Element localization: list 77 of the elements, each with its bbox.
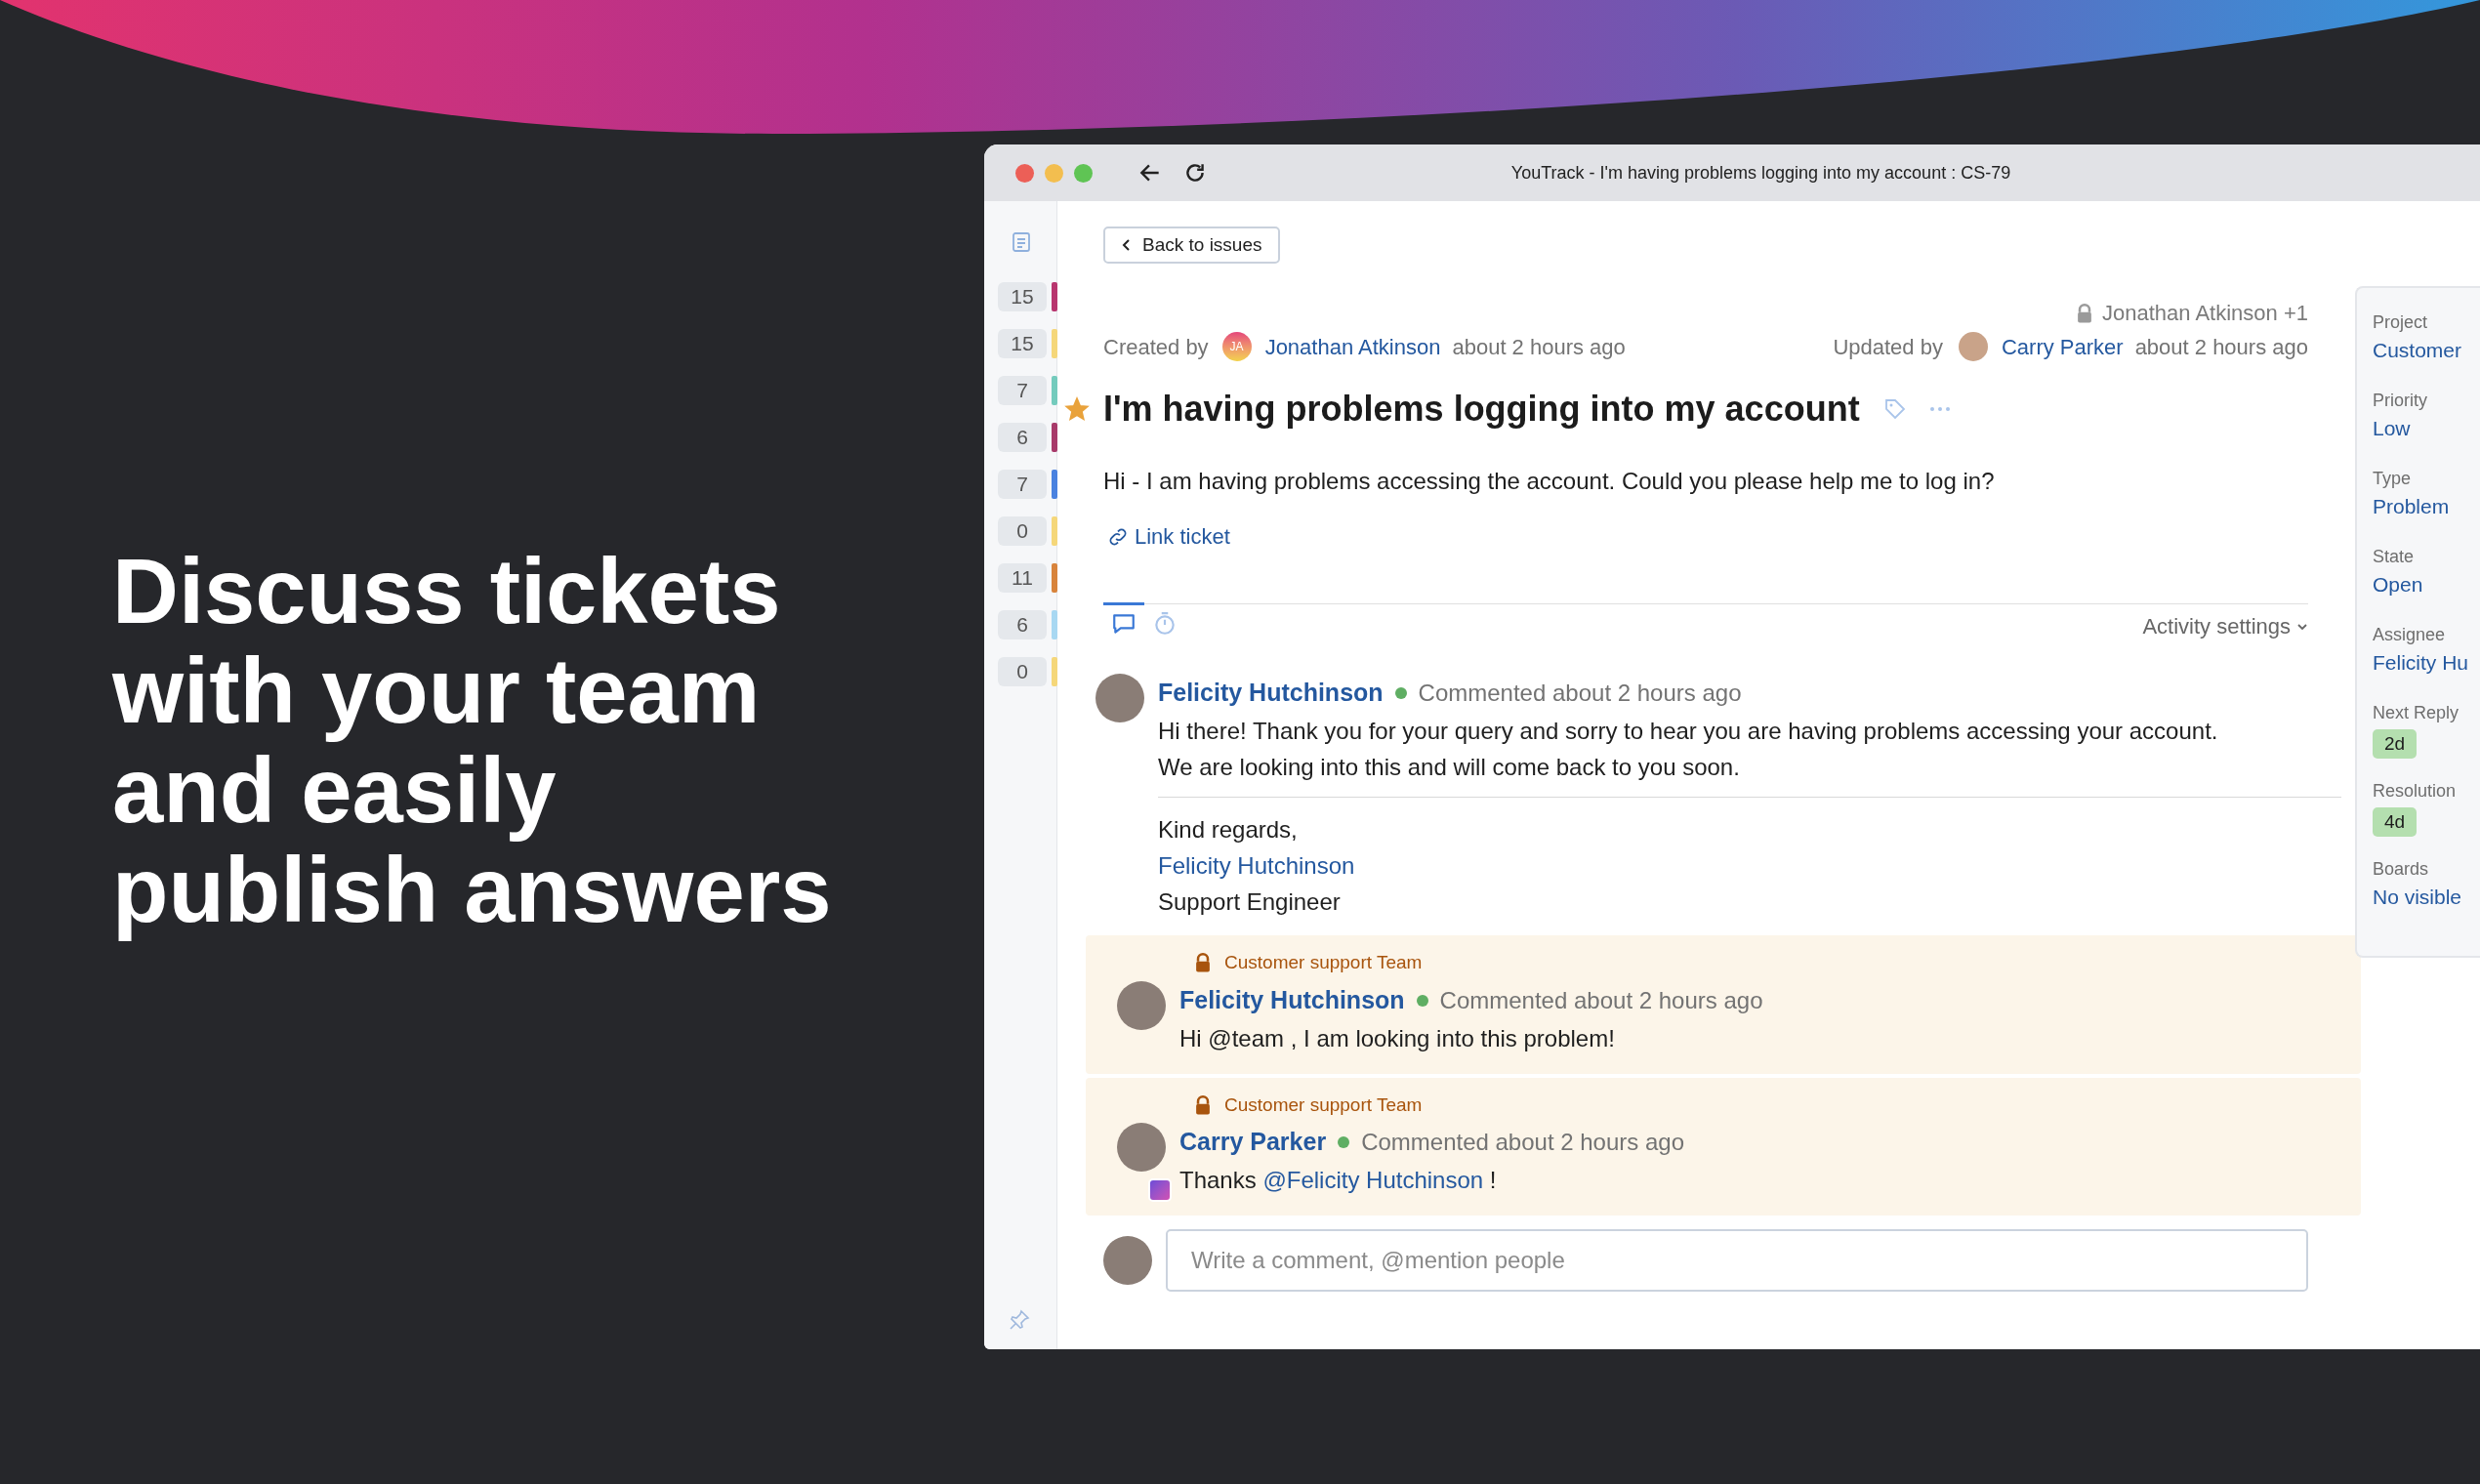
- meta-time: about 2 hours ago: [1452, 333, 1626, 361]
- field-label: Resolution: [2373, 780, 2458, 803]
- chevron-down-icon: [2296, 621, 2308, 632]
- zoom-icon[interactable]: [1074, 163, 1093, 183]
- time-badge[interactable]: 4d: [2373, 807, 2418, 837]
- time-badge[interactable]: 2d: [2373, 729, 2418, 759]
- author-link[interactable]: Felicity Hutchinson: [1158, 675, 1384, 712]
- field-value[interactable]: No visible: [2373, 882, 2480, 913]
- counter-badge[interactable]: 0: [998, 657, 1047, 686]
- back-button[interactable]: Back to issues: [1103, 227, 1280, 264]
- tag-icon[interactable]: [1882, 397, 1907, 421]
- counter-badge[interactable]: 7: [998, 470, 1047, 499]
- counter-badge[interactable]: 6: [998, 423, 1047, 452]
- comment-text: Hi @team , I am looking into this problem!: [1179, 1023, 1616, 1053]
- activity-tab[interactable]: [1103, 602, 1144, 637]
- comment-text: We are looking into this and will come back to you soon.: [1158, 753, 1741, 782]
- avatar: [1958, 332, 1988, 361]
- more-icon[interactable]: [1927, 405, 1952, 413]
- star-icon[interactable]: [1064, 396, 1090, 422]
- avatar: [1095, 674, 1144, 722]
- comment-text: Hi there! Thank you for your query and sorry to hear you are having problems accessing your account.: [1158, 717, 2219, 746]
- field-value[interactable]: Open: [2373, 569, 2480, 600]
- comment-meta: Commented about 2 hours ago: [1439, 985, 1763, 1015]
- comment-text: Support Engineer: [1158, 887, 1342, 917]
- avatar: [1117, 980, 1166, 1030]
- counter-badge[interactable]: 11: [998, 563, 1047, 593]
- meta-label: Updated by: [1833, 333, 1943, 361]
- counter-badge[interactable]: 15: [998, 282, 1047, 311]
- field-value[interactable]: Problem: [2373, 491, 2480, 522]
- avatar: [1103, 1236, 1152, 1285]
- field-value[interactable]: Customer: [2373, 335, 2480, 366]
- field-label: Priority: [2373, 390, 2428, 412]
- activity-settings-dropdown[interactable]: Activity settings: [2142, 610, 2308, 642]
- headline: Discuss tickets with your team and easily publish answers: [112, 542, 833, 940]
- chevron-left-icon: [1121, 238, 1133, 252]
- signature-name-link[interactable]: Felicity Hutchinson: [1158, 847, 1355, 884]
- link-ticket-link[interactable]: Link ticket: [1135, 520, 1230, 553]
- field-label: Project: [2373, 311, 2429, 334]
- comment-input-field[interactable]: Write a comment, @mention people: [1166, 1229, 2308, 1292]
- field-value[interactable]: Felicity Hu: [2373, 647, 2480, 679]
- window-title: YouTrack - I'm having problems logging into my account : CS-79: [1510, 161, 2011, 185]
- visibility-label: Customer support Team: [1224, 951, 1423, 974]
- field-label: Type: [2373, 468, 2413, 490]
- document-icon[interactable]: [1010, 230, 1033, 254]
- meta-label: Created by: [1103, 333, 1209, 361]
- author-link[interactable]: Felicity Hutchinson: [1179, 981, 1405, 1019]
- counter-badge[interactable]: 7: [998, 376, 1047, 405]
- lock-icon: [1193, 1094, 1213, 1115]
- mention-link[interactable]: @Felicity Hutchinson: [1262, 1167, 1484, 1193]
- avatar: JA: [1221, 332, 1252, 361]
- comment-meta: Commented about 2 hours ago: [1418, 679, 1742, 708]
- user-link[interactable]: Carry Parker: [2001, 330, 2124, 363]
- author-link[interactable]: Carry Parker: [1179, 1124, 1327, 1161]
- minimize-icon[interactable]: [1045, 163, 1063, 183]
- comment-text: Kind regards,: [1158, 815, 1299, 845]
- user-link[interactable]: Jonathan Atkinson: [1264, 330, 1441, 363]
- field-label: Next Reply: [2373, 702, 2460, 724]
- field-label: Boards: [2373, 858, 2430, 881]
- lock-icon: [2075, 303, 2094, 323]
- visibility-label: Customer support Team: [1224, 1092, 1423, 1117]
- field-label: State: [2373, 546, 2416, 568]
- comment-meta: Commented about 2 hours ago: [1361, 1128, 1684, 1157]
- field-label: Assignee: [2373, 624, 2447, 646]
- counter-badge[interactable]: 6: [998, 610, 1047, 639]
- field-value[interactable]: Low: [2373, 413, 2480, 444]
- close-icon[interactable]: [1015, 163, 1034, 183]
- issue-description: Hi - I am having problems accessing the account. Could you please help me to log in?: [1103, 467, 1996, 496]
- meta-time: about 2 hours ago: [2134, 333, 2308, 361]
- lock-icon: [1193, 953, 1213, 973]
- counter-badge[interactable]: 0: [998, 516, 1047, 546]
- comment-icon: [1111, 611, 1137, 637]
- issue-title: I'm having problems logging into my account: [1103, 388, 1860, 431]
- counter-badge[interactable]: 15: [998, 329, 1047, 358]
- avatar: [1117, 1123, 1166, 1172]
- comment-text: Thanks @Felicity Hutchinson !: [1179, 1166, 1498, 1195]
- visibility-text: Jonathan Atkinson +1: [2102, 300, 2308, 327]
- pin-icon[interactable]: [1008, 1308, 1031, 1332]
